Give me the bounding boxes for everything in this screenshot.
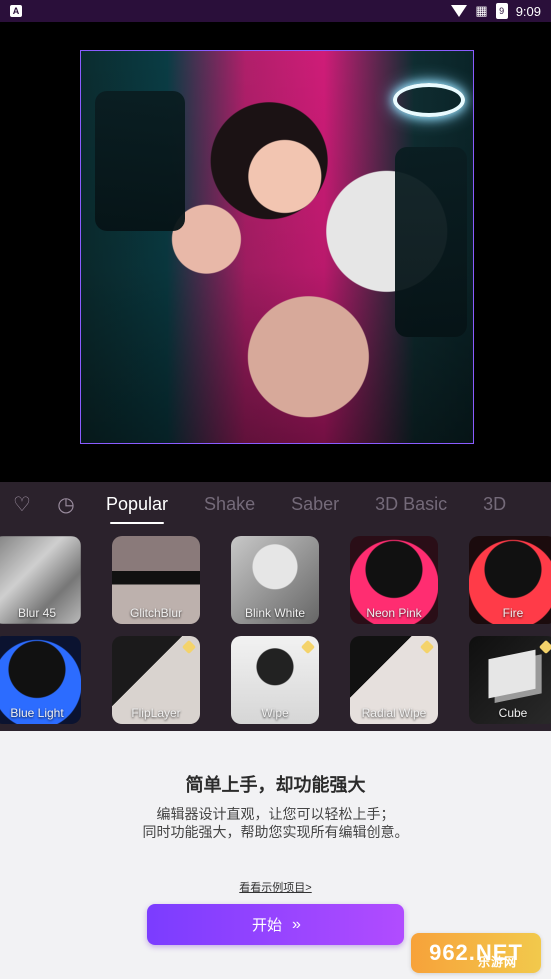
effect-label: GlitchBlur [129,606,182,620]
tab-popular[interactable]: Popular [88,482,186,526]
effect-label: Radial Wipe [361,706,427,720]
effects-row-2: Blue Light FlipLayer Wipe Radial Wipe Cu… [0,636,551,726]
video-preview[interactable] [0,22,551,482]
start-label: 开始 [252,917,283,934]
effect-label: Blue Light [10,706,64,720]
watermark: 962.NET 乐游网 [411,933,541,973]
effects-grid: Blur 45 GlitchBlur Blink White Neon Pink… [0,526,551,731]
double-chevron-right-icon: » [292,915,301,933]
neon-light-icon [393,83,465,117]
effect-label: Cube [498,706,528,720]
preview-image [80,50,474,444]
effect-neon-pink[interactable]: Neon Pink [350,536,438,624]
effect-blur-45[interactable]: Blur 45 [0,536,81,624]
status-right: ▦ 9 9:09 [451,3,541,19]
effect-label: Blink White [244,606,306,620]
status-left: A [10,5,22,17]
wifi-icon [451,5,468,17]
effect-radial-wipe[interactable]: Radial Wipe [350,636,438,724]
effect-blink-white[interactable]: Blink White [231,536,319,624]
subtitle-line-2: 同时功能强大，帮助您实现所有编辑创意。 [142,824,409,840]
tab-saber[interactable]: Saber [273,482,357,526]
tab-3d-basic[interactable]: 3D Basic [357,482,465,526]
effect-fliplayer[interactable]: FlipLayer [112,636,200,724]
panel-title: 简单上手，却功能强大 [185,775,366,795]
effect-label: Wipe [261,706,289,720]
effects-row-1: Blur 45 GlitchBlur Blink White Neon Pink… [0,536,551,626]
status-bar: A ▦ 9 9:09 [0,0,551,22]
start-button[interactable]: 开始 » [147,904,404,945]
favorites-heart-icon[interactable]: ♡ [0,482,44,526]
effect-label: Neon Pink [366,606,422,620]
subtitle-line-1: 编辑器设计直观，让您可以轻松上手； [156,806,395,822]
example-project-link[interactable]: 看看示例项目> [0,879,551,895]
recent-clock-icon[interactable]: ◷ [44,482,88,526]
background-machine-left [95,91,185,231]
tab-3d[interactable]: 3D [465,482,524,526]
effect-wipe[interactable]: Wipe [231,636,319,724]
effect-cube[interactable]: Cube [469,636,551,724]
effect-blue-light[interactable]: Blue Light [0,636,81,724]
background-machine-right [395,147,467,337]
notification-icon: A [10,5,22,17]
battery-icon: 9 [495,3,508,19]
tab-shake[interactable]: Shake [186,482,273,526]
effect-glitchblur[interactable]: GlitchBlur [112,536,200,624]
signal-icon: ▦ [475,3,488,18]
watermark-small: 乐游网 [477,955,517,969]
effect-label: Fire [502,606,524,620]
status-time: 9:09 [515,3,541,19]
effect-label: Blur 45 [17,606,57,620]
onboarding-panel: 简单上手，却功能强大 编辑器设计直观，让您可以轻松上手； 同时功能强大，帮助您实… [0,731,551,979]
effects-tab-bar: ♡ ◷ Popular Shake Saber 3D Basic 3D [0,482,551,526]
effect-fire[interactable]: Fire [469,536,551,624]
panel-subtitle: 编辑器设计直观，让您可以轻松上手； 同时功能强大，帮助您实现所有编辑创意。 [0,805,551,841]
effect-label: FlipLayer [131,706,181,720]
